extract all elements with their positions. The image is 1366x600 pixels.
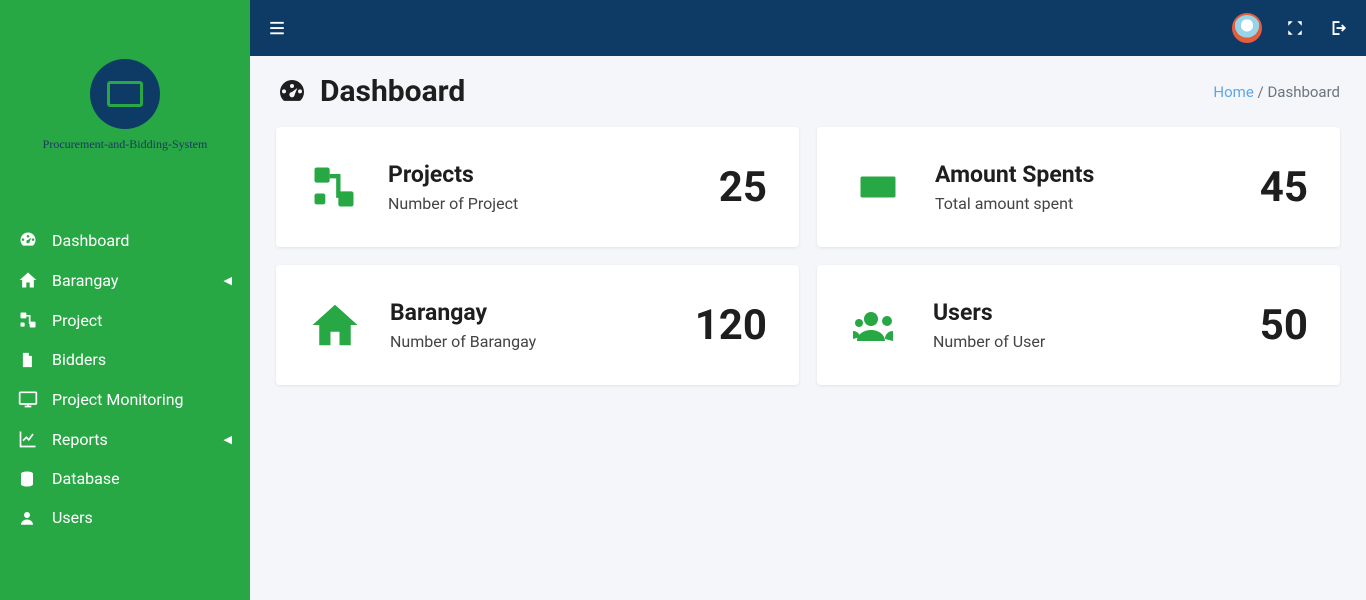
card-value: 120 <box>695 301 767 350</box>
sidebar-item-label: Project <box>52 311 102 330</box>
dashboard-cards: Projects Number of Project 25 Amount Spe… <box>276 127 1340 385</box>
sidebar-item-reports[interactable]: Reports ◀ <box>0 419 250 459</box>
card-subtitle: Total amount spent <box>935 194 1260 213</box>
avatar[interactable] <box>1232 13 1262 43</box>
card-subtitle: Number of User <box>933 332 1260 351</box>
breadcrumb-home-link[interactable]: Home <box>1213 83 1253 101</box>
breadcrumb-separator: / <box>1258 83 1264 101</box>
database-icon <box>18 470 40 488</box>
card-amount-spent: Amount Spents Total amount spent 45 <box>817 127 1340 247</box>
money-icon <box>849 166 907 208</box>
tachometer-icon <box>276 76 308 108</box>
topbar <box>250 0 1366 56</box>
sidebar-item-label: Reports <box>52 430 108 449</box>
card-barangay: Barangay Number of Barangay 120 <box>276 265 799 385</box>
main-area: Dashboard Home / Dashboard Projects Numb… <box>250 0 1366 600</box>
breadcrumb-current: Dashboard <box>1267 83 1340 101</box>
page-title-wrap: Dashboard <box>276 74 465 109</box>
sidebar-item-label: Users <box>52 508 93 527</box>
card-subtitle: Number of Project <box>388 194 719 213</box>
sidebar-item-dashboard[interactable]: Dashboard <box>0 220 250 260</box>
page-title: Dashboard <box>320 74 465 109</box>
card-title: Projects <box>388 161 719 188</box>
sidebar-item-project-monitoring[interactable]: Project Monitoring <box>0 379 250 419</box>
card-value: 25 <box>719 163 767 212</box>
card-text: Projects Number of Project <box>388 161 719 213</box>
sidebar-item-barangay[interactable]: Barangay ◀ <box>0 260 250 300</box>
card-subtitle: Number of Barangay <box>390 332 695 351</box>
chevron-left-icon: ◀ <box>224 433 232 446</box>
user-icon <box>18 509 40 527</box>
file-icon <box>18 351 40 369</box>
topbar-right <box>1232 13 1348 43</box>
chart-icon <box>18 429 40 449</box>
page-header: Dashboard Home / Dashboard <box>276 74 1340 109</box>
card-value: 45 <box>1260 163 1308 212</box>
sidebar: Procurement-and-Bidding-System Dashboard… <box>0 0 250 600</box>
sidebar-item-project[interactable]: Project <box>0 300 250 340</box>
breadcrumb: Home / Dashboard <box>1213 83 1340 101</box>
sidebar-item-label: Database <box>52 469 120 488</box>
logout-icon[interactable] <box>1328 19 1348 37</box>
tachometer-icon <box>18 230 40 250</box>
card-value: 50 <box>1260 301 1308 350</box>
users-icon <box>849 301 905 349</box>
chevron-left-icon: ◀ <box>224 274 232 287</box>
home-icon <box>308 298 362 352</box>
sidebar-item-bidders[interactable]: Bidders <box>0 340 250 379</box>
sidebar-item-label: Dashboard <box>52 231 129 250</box>
card-users: Users Number of User 50 <box>817 265 1340 385</box>
card-title: Barangay <box>390 299 695 326</box>
project-icon <box>308 161 360 213</box>
card-title: Amount Spents <box>935 161 1260 188</box>
card-projects: Projects Number of Project 25 <box>276 127 799 247</box>
sidebar-item-users[interactable]: Users <box>0 498 250 537</box>
brand-logo-icon <box>90 59 160 129</box>
expand-icon[interactable] <box>1286 19 1304 37</box>
content: Dashboard Home / Dashboard Projects Numb… <box>250 56 1366 600</box>
home-icon <box>18 270 40 290</box>
sidebar-item-label: Project Monitoring <box>52 390 184 409</box>
sidebar-item-label: Bidders <box>52 350 106 369</box>
brand-logo-area: Procurement-and-Bidding-System <box>0 0 250 210</box>
sidebar-item-database[interactable]: Database <box>0 459 250 498</box>
sidebar-item-label: Barangay <box>52 271 118 290</box>
card-text: Users Number of User <box>933 299 1260 351</box>
sidebar-nav: Dashboard Barangay ◀ Project Bidders Pro… <box>0 210 250 547</box>
brand-name: Procurement-and-Bidding-System <box>43 137 208 152</box>
hamburger-icon[interactable] <box>268 19 286 37</box>
card-text: Barangay Number of Barangay <box>390 299 695 351</box>
card-title: Users <box>933 299 1260 326</box>
monitor-icon <box>18 389 40 409</box>
card-text: Amount Spents Total amount spent <box>935 161 1260 213</box>
project-icon <box>18 310 40 330</box>
